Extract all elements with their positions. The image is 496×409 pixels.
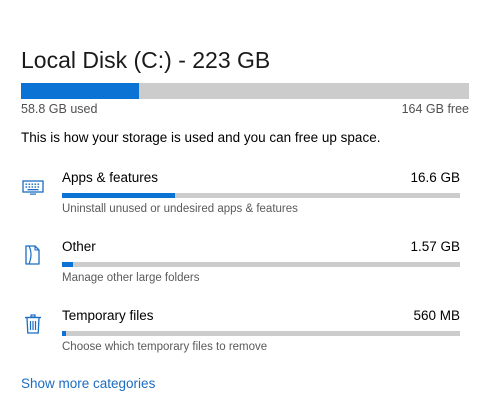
category-label: Apps & features	[62, 170, 159, 185]
category-usage-bar	[62, 262, 460, 267]
category-usage-bar	[62, 193, 460, 198]
category-other[interactable]: Other 1.57 GB Manage other large folders	[0, 239, 496, 295]
category-description: Choose which temporary files to remove	[62, 341, 268, 353]
disk-title: Local Disk (C:) - 223 GB	[21, 47, 271, 73]
category-size: 1.57 GB	[410, 239, 460, 254]
show-more-categories-link[interactable]: Show more categories	[21, 376, 155, 391]
disk-usage-bar-fill	[21, 83, 140, 99]
category-label: Temporary files	[62, 308, 154, 323]
used-space-label: 58.8 GB used	[21, 102, 98, 116]
storage-intro-text: This is how your storage is used and you…	[21, 130, 381, 145]
category-usage-bar-fill	[62, 193, 176, 198]
category-apps-features[interactable]: Apps & features 16.6 GB Uninstall unused…	[0, 170, 496, 226]
category-description: Manage other large folders	[62, 272, 200, 284]
document-icon	[21, 243, 45, 267]
category-label: Other	[62, 239, 96, 254]
trash-icon	[21, 312, 45, 336]
category-temporary-files[interactable]: Temporary files 560 MB Choose which temp…	[0, 308, 496, 364]
keyboard-icon	[21, 174, 45, 198]
category-size: 16.6 GB	[410, 170, 460, 185]
disk-usage-bar	[21, 83, 469, 99]
free-space-label: 164 GB free	[401, 102, 469, 116]
category-description: Uninstall unused or undesired apps & fea…	[62, 203, 298, 215]
category-usage-bar-fill	[62, 331, 66, 336]
category-usage-bar-fill	[62, 262, 73, 267]
category-usage-bar	[62, 331, 460, 336]
category-size: 560 MB	[413, 308, 460, 323]
